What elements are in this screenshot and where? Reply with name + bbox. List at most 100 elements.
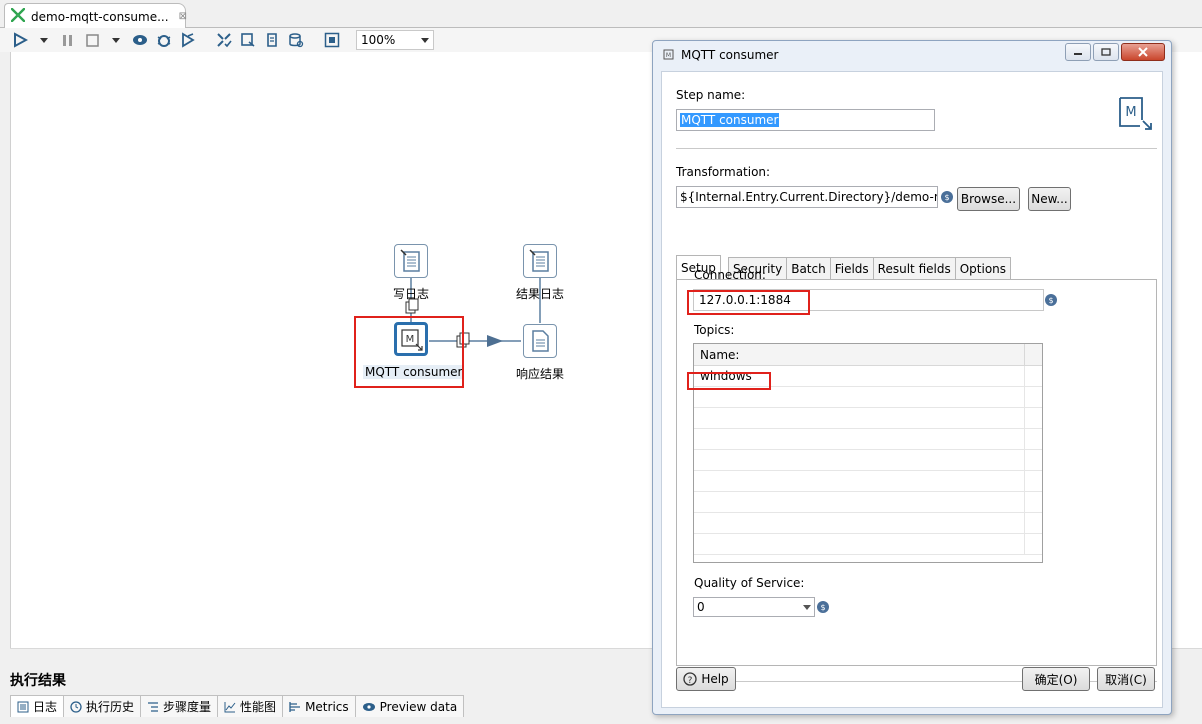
- table-cell[interactable]: [694, 387, 1025, 407]
- svg-text:M: M: [1125, 105, 1136, 120]
- chevron-down-icon[interactable]: [34, 30, 54, 50]
- new-button[interactable]: New...: [1028, 187, 1071, 211]
- table-cell[interactable]: [694, 408, 1025, 428]
- zoom-select[interactable]: 100%: [356, 30, 434, 50]
- divider: [676, 148, 1157, 149]
- response-icon: [532, 330, 549, 352]
- minimize-icon: [1074, 53, 1082, 55]
- tab-options[interactable]: Options: [954, 257, 1012, 279]
- tab-result-fields[interactable]: Result fields: [872, 257, 956, 279]
- mqtt-logo-icon: M: [1119, 97, 1152, 130]
- svg-text:M: M: [666, 52, 671, 59]
- transformation-icon: [10, 7, 26, 25]
- table-row[interactable]: [694, 492, 1042, 513]
- table-cell[interactable]: [694, 492, 1025, 512]
- maximize-icon: [1101, 48, 1111, 56]
- table-cell[interactable]: [694, 513, 1025, 533]
- tab-log-label: 日志: [33, 700, 58, 714]
- browse-button[interactable]: Browse...: [957, 187, 1020, 211]
- table-row[interactable]: [694, 450, 1042, 471]
- verify-icon[interactable]: [214, 30, 234, 50]
- zoom-value: 100%: [361, 33, 396, 47]
- table-cell[interactable]: [694, 450, 1025, 470]
- chart-icon: [224, 701, 236, 712]
- preview-eye-icon: [362, 702, 375, 711]
- dialog-body: Step name: MQTT consumer M Transformatio…: [661, 71, 1163, 708]
- transformation-value: ${Internal.Entry.Current.Directory}/demo…: [680, 190, 938, 204]
- tab-preview[interactable]: Preview data: [354, 695, 465, 717]
- topics-table-header: Name:: [694, 344, 1042, 366]
- stop-icon[interactable]: [82, 30, 102, 50]
- step-name-label: Step name:: [676, 88, 746, 102]
- tab-metrics-label: Metrics: [305, 699, 349, 714]
- qos-select[interactable]: 0: [693, 597, 815, 617]
- help-button[interactable]: ? Help: [676, 667, 736, 691]
- tab-batch[interactable]: Batch: [786, 257, 831, 279]
- column-header-name[interactable]: Name:: [694, 344, 1025, 365]
- help-icon: ?: [683, 672, 697, 686]
- write-log-icon: [400, 249, 420, 272]
- tab-history[interactable]: 执行历史: [63, 695, 142, 717]
- table-cell[interactable]: [694, 471, 1025, 491]
- variable-icon: $: [817, 601, 829, 613]
- tab-metrics[interactable]: Metrics: [282, 695, 356, 717]
- preview-eye-icon[interactable]: [130, 30, 150, 50]
- window-controls: [1065, 43, 1165, 61]
- mqtt-icon: M: [663, 49, 674, 60]
- table-cell[interactable]: [694, 429, 1025, 449]
- table-row[interactable]: [694, 387, 1042, 408]
- response-step[interactable]: [523, 324, 557, 358]
- svg-text:?: ?: [688, 676, 693, 686]
- write-log-step[interactable]: [394, 244, 428, 278]
- step-name-field[interactable]: MQTT consumer: [676, 109, 935, 131]
- editor-tab-strip: demo-mqtt-consume... ⊠: [0, 0, 1202, 29]
- result-log-icon: [529, 249, 549, 272]
- annotation-box: [687, 290, 810, 315]
- sql-icon[interactable]: [262, 30, 282, 50]
- result-log-step[interactable]: [523, 244, 557, 278]
- annotation-box: [354, 316, 464, 388]
- table-row[interactable]: [694, 534, 1042, 555]
- close-icon[interactable]: ⊠: [179, 11, 187, 22]
- chevron-down-icon[interactable]: [106, 30, 126, 50]
- table-row[interactable]: [694, 429, 1042, 450]
- response-label: 响应结果: [516, 367, 565, 381]
- table-row[interactable]: [694, 513, 1042, 534]
- grid-align-icon[interactable]: [322, 30, 342, 50]
- clock-icon: [70, 700, 82, 713]
- result-log-label: 结果日志: [516, 287, 565, 301]
- table-row[interactable]: [694, 471, 1042, 492]
- chevron-down-icon: [421, 38, 429, 43]
- transformation-field[interactable]: ${Internal.Entry.Current.Directory}/demo…: [676, 186, 938, 208]
- metrics-icon: [289, 701, 301, 712]
- replay-icon[interactable]: [178, 30, 198, 50]
- editor-tab[interactable]: demo-mqtt-consume... ⊠: [4, 3, 187, 29]
- editor-tab-title: demo-mqtt-consume...: [31, 9, 169, 24]
- debug-icon[interactable]: [154, 30, 174, 50]
- impact-icon[interactable]: [238, 30, 258, 50]
- cancel-button[interactable]: 取消(C): [1097, 667, 1155, 691]
- maximize-button[interactable]: [1093, 43, 1119, 61]
- tab-performance[interactable]: 性能图: [217, 695, 284, 717]
- dialog-title: MQTT consumer: [681, 48, 779, 62]
- close-button[interactable]: [1121, 43, 1165, 61]
- run-icon[interactable]: [10, 30, 30, 50]
- tab-log[interactable]: 日志: [10, 695, 65, 717]
- list-icon: [148, 701, 159, 712]
- ok-button[interactable]: 确定(O): [1022, 667, 1090, 691]
- qos-value: 0: [697, 600, 705, 614]
- pause-icon[interactable]: [58, 30, 78, 50]
- connection-label: Connection:: [694, 268, 766, 282]
- table-row[interactable]: [694, 408, 1042, 429]
- mqtt-consumer-dialog: M MQTT consumer Step name: MQTT consumer…: [652, 40, 1172, 715]
- annotation-box: [687, 372, 771, 390]
- tab-fields[interactable]: Fields: [829, 257, 874, 279]
- tab-step-metrics[interactable]: 步骤度量: [140, 695, 219, 717]
- table-cell[interactable]: [694, 534, 1025, 554]
- minimize-button[interactable]: [1065, 43, 1091, 61]
- chevron-down-icon: [803, 605, 811, 610]
- qos-label: Quality of Service:: [694, 576, 805, 590]
- explore-db-icon[interactable]: [286, 30, 306, 50]
- step-name-value: MQTT consumer: [680, 113, 780, 127]
- results-tabs: 日志 执行历史 步骤度量 性能图 Metrics Preview data: [10, 695, 465, 717]
